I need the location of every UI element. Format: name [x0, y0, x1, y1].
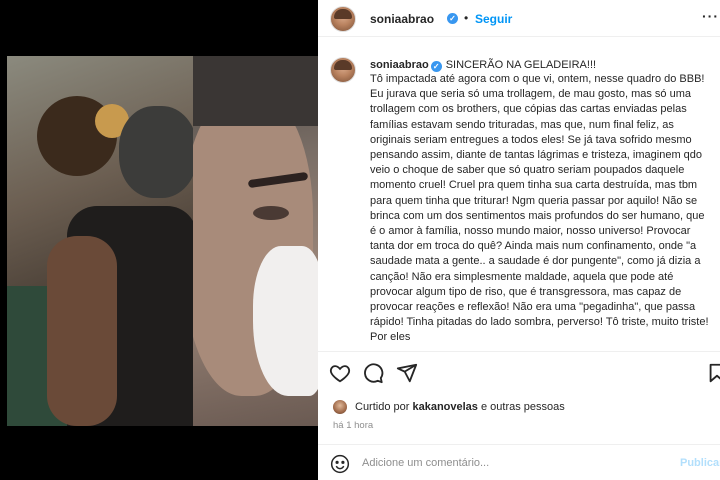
- media-letterbox-top: [0, 0, 318, 56]
- comment-input[interactable]: [362, 454, 662, 472]
- liker-avatar[interactable]: [333, 400, 347, 414]
- action-bar: [318, 356, 720, 388]
- likes-text: Curtido por kakanovelas e outras pessoas: [355, 401, 565, 413]
- publish-button[interactable]: Publicar: [680, 457, 720, 469]
- bookmark-icon[interactable]: [706, 362, 720, 384]
- share-icon[interactable]: [396, 362, 418, 384]
- avatar-hair: [334, 9, 352, 19]
- likes-prefix: Curtido por: [355, 401, 410, 413]
- comment-bar: Publicar: [318, 444, 720, 480]
- verified-badge-icon: ✓: [447, 13, 458, 24]
- media-panel-hug: [7, 56, 193, 426]
- arm-shape: [47, 236, 117, 426]
- verified-badge-icon: ✓: [430, 61, 442, 72]
- caption-avatar[interactable]: [330, 57, 356, 83]
- separator-dot: •: [464, 11, 469, 25]
- hair-shape: [193, 56, 318, 126]
- post-timestamp[interactable]: há 1 hora: [333, 420, 373, 431]
- head-shape: [119, 106, 193, 198]
- avatar[interactable]: [330, 6, 356, 32]
- caption-scroll-area[interactable]: soniaabrao ✓ SINCERÃO NA GELADEIRA!!! Tô i…: [318, 38, 720, 352]
- tissue-shape: [253, 246, 318, 396]
- avatar-hair: [334, 60, 352, 70]
- username[interactable]: soniaabrao: [370, 12, 434, 26]
- more-options-icon[interactable]: ···: [702, 8, 719, 24]
- caption-title: SINCERÃO NA GELADEIRA!!!: [445, 59, 597, 71]
- eye-shape: [253, 206, 289, 220]
- post-header: soniaabrao ✓ • Seguir ···: [318, 0, 720, 37]
- comment-icon[interactable]: [362, 362, 384, 384]
- likes-summary: Curtido por kakanovelas e outras pessoas: [318, 398, 720, 418]
- post-details-panel: soniaabrao ✓ • Seguir ··· soniaabrao ✓ SIN…: [318, 0, 720, 480]
- emoji-icon[interactable]: [330, 454, 350, 474]
- caption-username[interactable]: soniaabrao: [370, 59, 429, 71]
- likes-username[interactable]: kakanovelas: [412, 401, 477, 413]
- media-letterbox-bottom: [0, 426, 318, 480]
- likes-suffix[interactable]: e outras pessoas: [481, 401, 565, 413]
- media-panel-crying: [193, 56, 318, 426]
- follow-button[interactable]: Seguir: [475, 12, 512, 26]
- post-media[interactable]: [0, 0, 318, 480]
- heart-icon[interactable]: [329, 362, 351, 384]
- caption-header: soniaabrao ✓ SINCERÃO NA GELADEIRA!!!: [370, 59, 596, 72]
- caption-text: Tô impactada até agora com o que vi, ont…: [370, 73, 709, 344]
